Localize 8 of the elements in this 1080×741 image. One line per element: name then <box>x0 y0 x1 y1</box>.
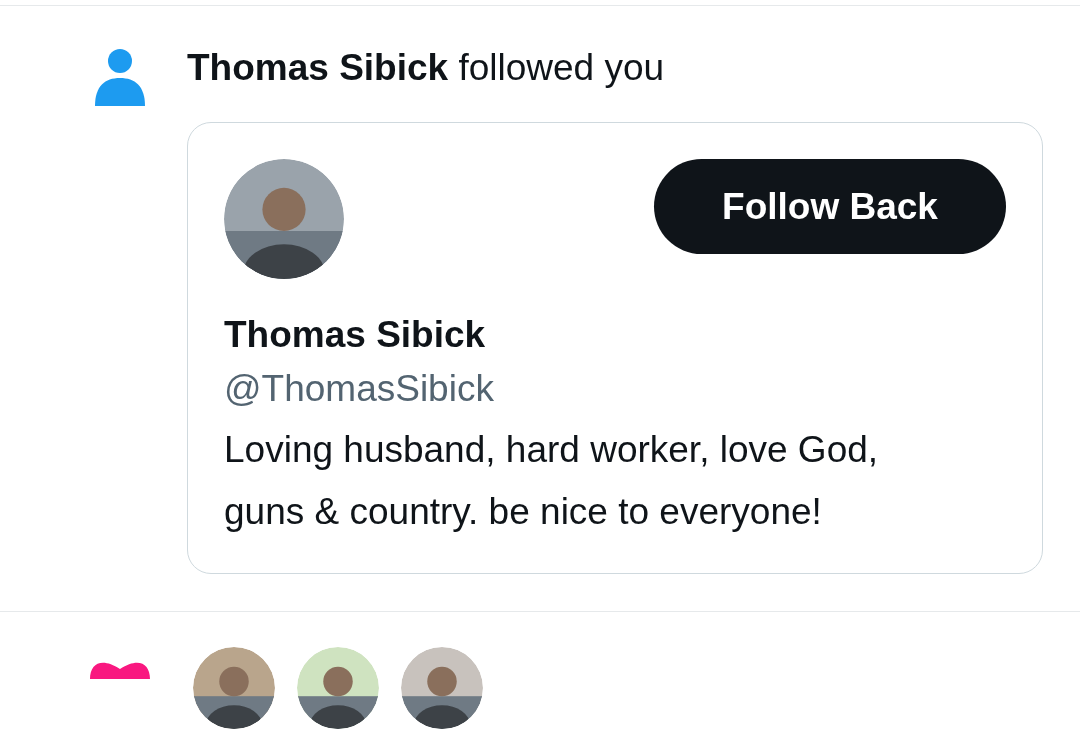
profile-card[interactable]: Follow Back Thomas Sibick @ThomasSibick Loving husband, hard worker, love God, guns & country. be nice to everyone! <box>187 122 1043 574</box>
actor-name[interactable]: Thomas Sibick <box>187 47 449 88</box>
person-icon <box>95 48 145 106</box>
follow-back-button[interactable]: Follow Back <box>654 159 1006 254</box>
profile-bio: Loving husband, hard worker, love God, guns & country. be nice to everyone! <box>224 428 880 534</box>
profile-handle: @ThomasSibick <box>224 367 495 411</box>
profile-name[interactable]: Thomas Sibick <box>224 309 1006 361</box>
notification-text: followed you <box>458 47 665 88</box>
